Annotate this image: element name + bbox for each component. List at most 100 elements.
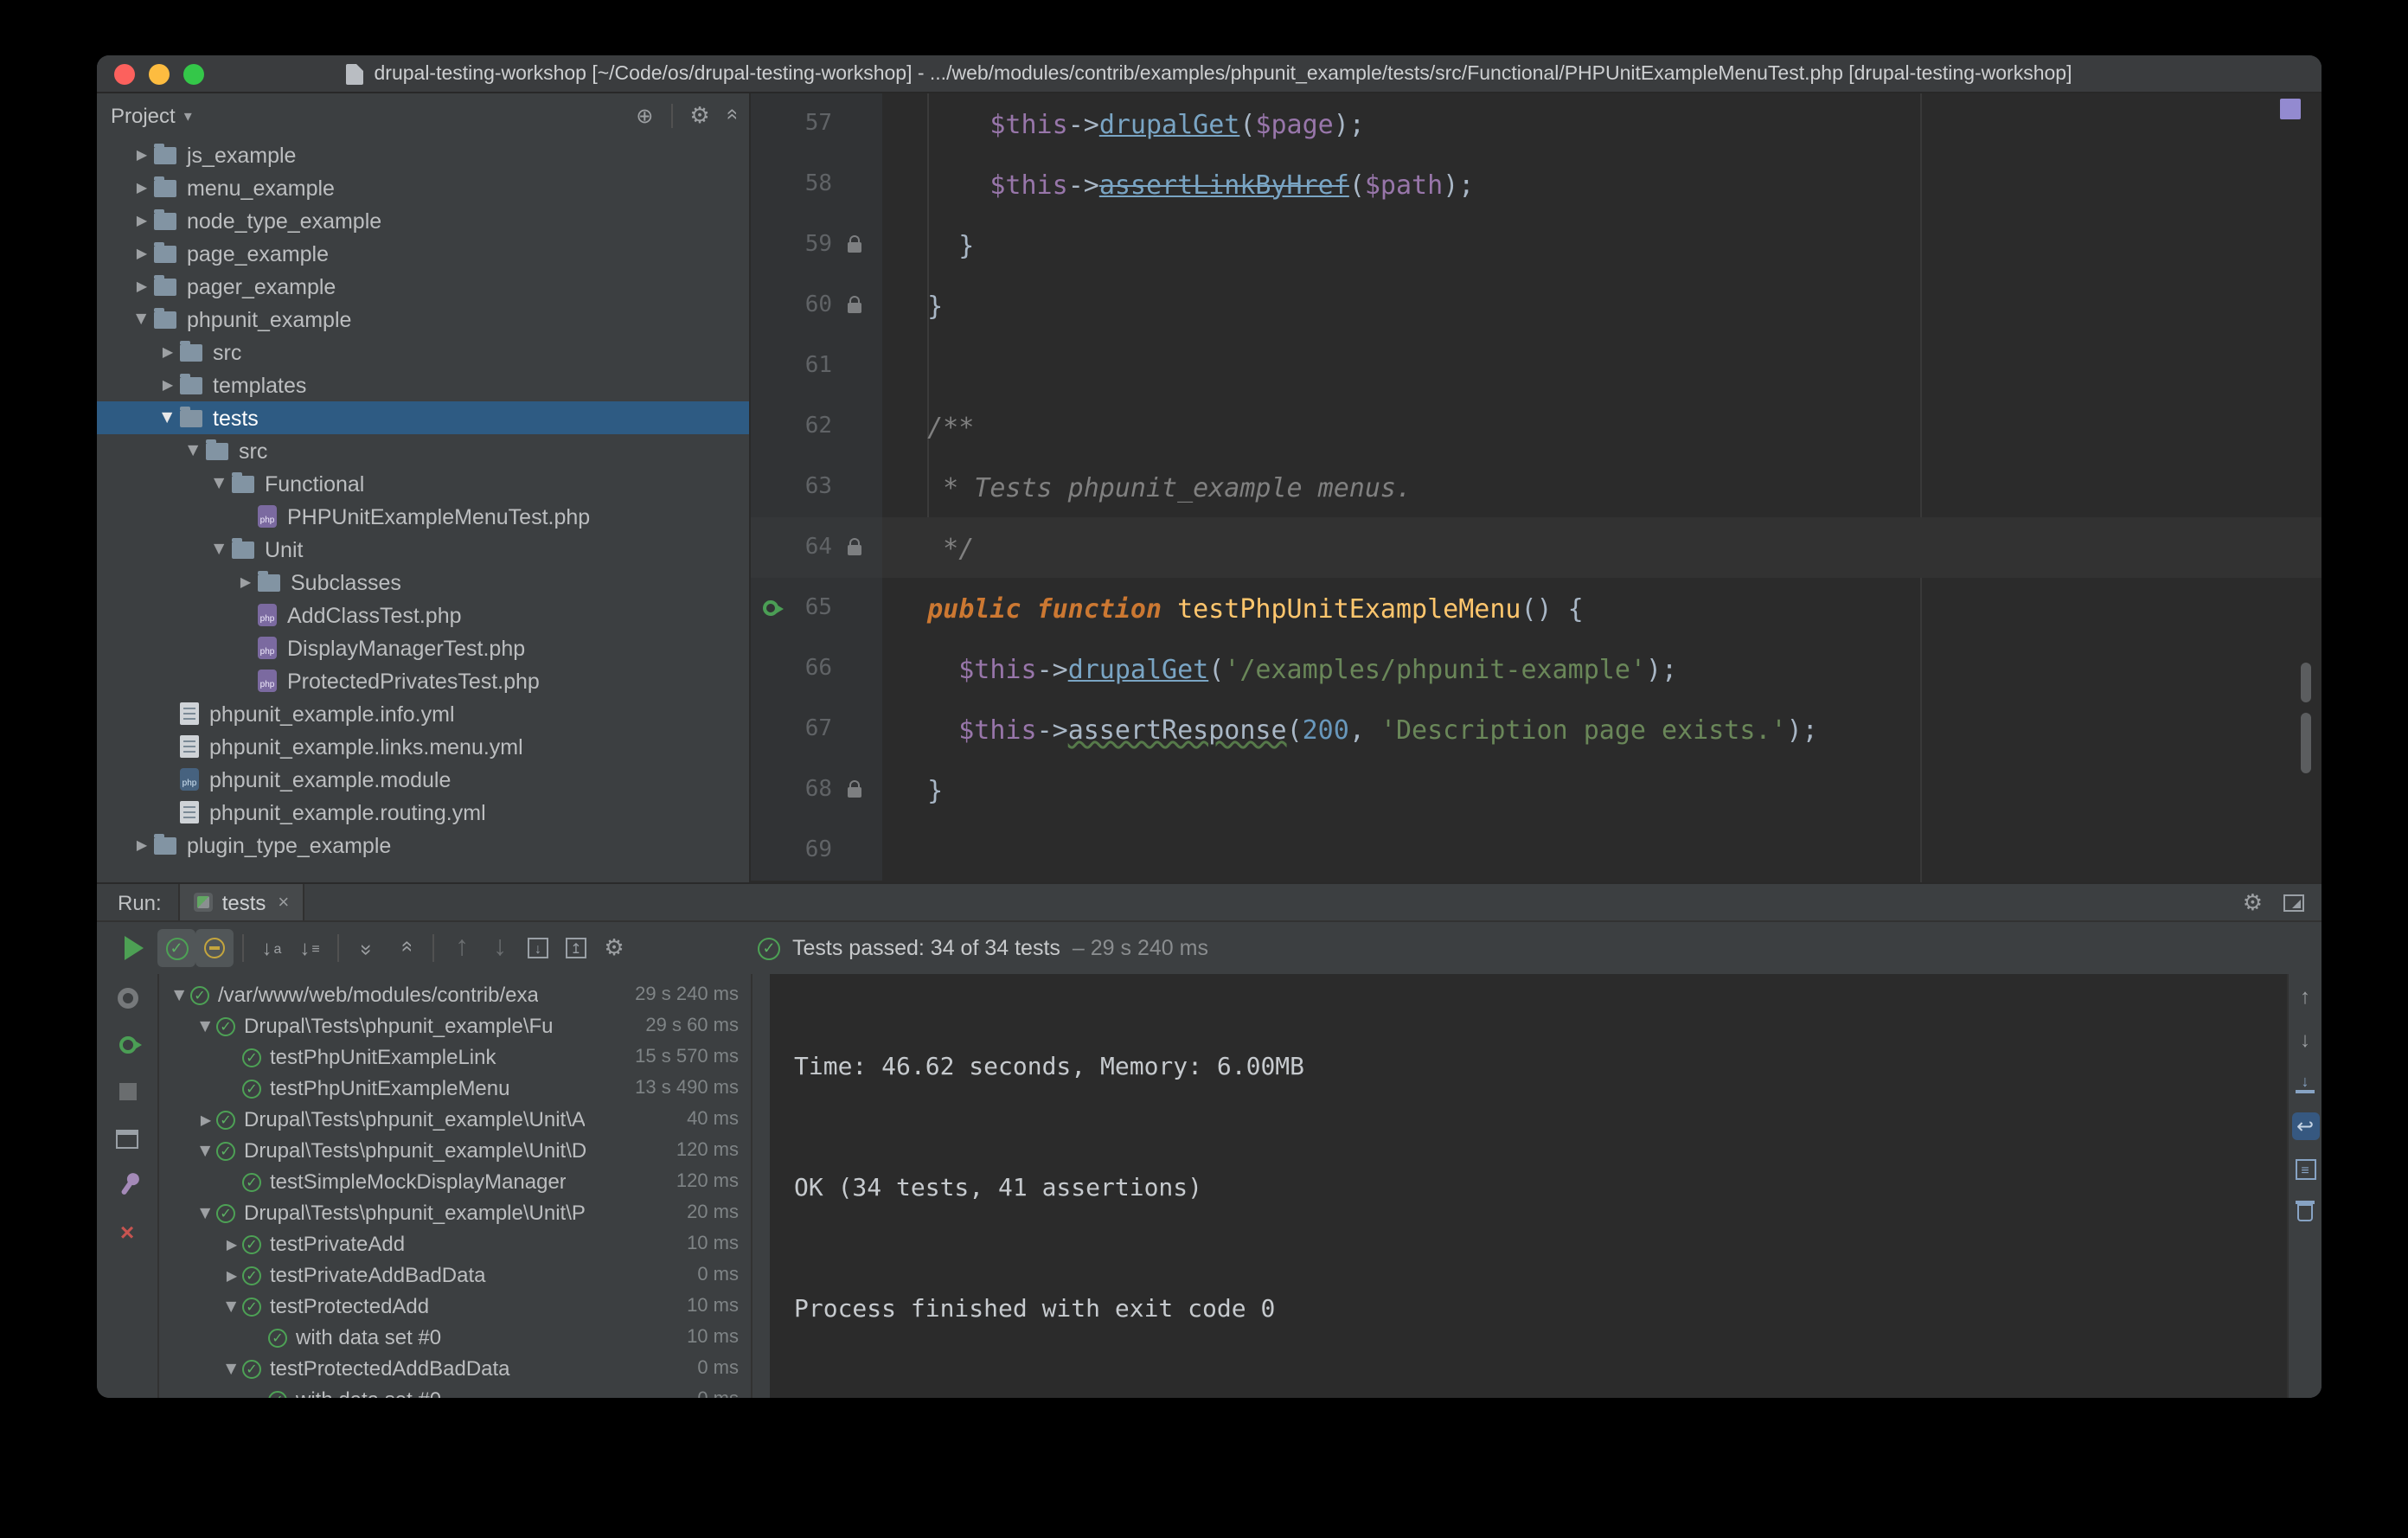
run-panel-settings-gear-icon[interactable]: ⚙ xyxy=(2243,888,2263,916)
line-number[interactable]: 60 xyxy=(784,292,832,318)
expand-arrow-icon[interactable]: ▶ xyxy=(195,1112,216,1127)
test-tree-item[interactable]: ▶ ✓ testProtectedAdd 10 ms xyxy=(159,1291,751,1322)
line-number[interactable]: 57 xyxy=(784,111,832,137)
test-tree-item[interactable]: ✓ with data set #0 10 ms xyxy=(159,1322,751,1353)
collapse-all-icon[interactable]: » xyxy=(719,112,743,119)
test-tree-item[interactable]: ▶ ✓ Drupal\Tests\phpunit_example\Unit\A 40 … xyxy=(159,1104,751,1135)
editor-gutter[interactable]: 58 xyxy=(751,154,882,215)
project-tree-item[interactable]: ▶ phpunit_example xyxy=(97,303,749,336)
collapse-all-button[interactable]: » xyxy=(386,929,424,967)
line-number[interactable]: 65 xyxy=(784,595,832,621)
project-tree-item[interactable]: phpunit_example.module xyxy=(97,763,749,796)
project-tree-item[interactable]: PHPUnitExampleMenuTest.php xyxy=(97,500,749,533)
editor-line[interactable]: 68 } xyxy=(751,759,2322,820)
tab-close-icon[interactable]: × xyxy=(278,892,289,913)
project-tree-item[interactable]: ▶ Unit xyxy=(97,533,749,566)
project-settings-gear-icon[interactable]: ⚙ xyxy=(689,102,709,130)
line-number[interactable]: 63 xyxy=(784,474,832,500)
editor-line[interactable]: 64 */ xyxy=(751,517,2322,578)
expand-arrow-icon[interactable]: ▶ xyxy=(198,1016,214,1036)
project-tree-item[interactable]: ▶ pager_example xyxy=(97,270,749,303)
project-tree-item[interactable]: ▶ Functional xyxy=(97,467,749,500)
test-tree-item[interactable]: ✓ testSimpleMockDisplayManager 120 ms xyxy=(159,1166,751,1197)
editor-line[interactable]: 60 } xyxy=(751,275,2322,336)
editor-line[interactable]: 67 $this->assertResponse(200, 'Descripti… xyxy=(751,699,2322,759)
expand-arrow-icon[interactable]: ▶ xyxy=(212,537,227,561)
hide-panel-icon[interactable] xyxy=(2283,894,2304,911)
show-passed-toggle[interactable]: ✓ xyxy=(157,929,195,967)
project-tree-item[interactable]: AddClassTest.php xyxy=(97,599,749,631)
test-tree-item[interactable]: ▶ ✓ Drupal\Tests\phpunit_example\Unit\D 120… xyxy=(159,1135,751,1166)
expand-all-button[interactable]: » xyxy=(348,929,386,967)
show-ignored-toggle[interactable] xyxy=(195,929,234,967)
expand-arrow-icon[interactable]: ▶ xyxy=(221,1236,242,1252)
editor-gutter[interactable]: 57 xyxy=(751,93,882,154)
editor-line[interactable]: 62 /** xyxy=(751,396,2322,457)
line-number[interactable]: 61 xyxy=(784,353,832,379)
project-tree-item[interactable]: ▶ templates xyxy=(97,368,749,401)
editor-gutter[interactable]: 60 xyxy=(751,275,882,336)
clear-console-icon[interactable] xyxy=(2291,1199,2319,1227)
editor-line[interactable]: 65 public function testPhpUnitExampleMen… xyxy=(751,578,2322,638)
test-tree-item[interactable]: ✓ testPhpUnitExampleMenu 13 s 490 ms xyxy=(159,1073,751,1104)
line-number[interactable]: 62 xyxy=(784,413,832,439)
editor-gutter[interactable]: 63 xyxy=(751,457,882,517)
test-tree-item[interactable]: ▶ ✓ testPrivateAdd 10 ms xyxy=(159,1228,751,1259)
project-tree-item[interactable]: ProtectedPrivatesTest.php xyxy=(97,664,749,697)
project-tree-item[interactable]: ▶ plugin_type_example xyxy=(97,829,749,862)
line-number[interactable]: 59 xyxy=(784,232,832,258)
export-test-results-button[interactable]: ↥ xyxy=(557,929,595,967)
run-tab-tests[interactable]: tests × xyxy=(178,884,305,920)
editor-line[interactable]: 59 } xyxy=(751,215,2322,275)
editor-gutter[interactable]: 64 xyxy=(751,517,882,578)
expand-arrow-icon[interactable]: ▶ xyxy=(134,307,150,331)
line-number[interactable]: 66 xyxy=(784,656,832,682)
expand-arrow-icon[interactable]: ▶ xyxy=(130,180,154,195)
test-tree-item[interactable]: ▶ ✓ testPrivateAddBadData 0 ms xyxy=(159,1259,751,1291)
test-history-icon[interactable] xyxy=(113,984,141,1012)
inspections-indicator[interactable] xyxy=(2280,99,2301,119)
run-test-icon[interactable] xyxy=(762,600,783,616)
line-number[interactable]: 67 xyxy=(784,716,832,742)
next-failed-test-button[interactable]: ↓ xyxy=(481,929,519,967)
editor-gutter[interactable]: 61 xyxy=(751,336,882,396)
editor-line[interactable]: 57 $this->drupalGet($page); xyxy=(751,93,2322,154)
expand-arrow-icon[interactable]: ▶ xyxy=(234,574,258,590)
soft-wrap-icon[interactable]: ↩ xyxy=(2291,1112,2319,1140)
expand-arrow-icon[interactable]: ▶ xyxy=(160,406,176,430)
sort-by-duration-button[interactable]: ↓ ≡ xyxy=(291,929,329,967)
project-tree-item[interactable]: ▶ src xyxy=(97,336,749,368)
expand-arrow-icon[interactable]: ▶ xyxy=(130,279,154,294)
locate-file-icon[interactable]: ⊕ xyxy=(636,104,653,128)
editor-line[interactable]: 66 $this->drupalGet('/examples/phpunit-e… xyxy=(751,638,2322,699)
editor-line[interactable]: 61 xyxy=(751,336,2322,396)
rerun-icon[interactable] xyxy=(113,1031,141,1059)
editor-gutter[interactable]: 68 xyxy=(751,759,882,820)
expand-arrow-icon[interactable]: ▶ xyxy=(130,213,154,228)
expand-arrow-icon[interactable]: ▶ xyxy=(156,377,180,393)
expand-arrow-icon[interactable]: ▶ xyxy=(130,837,154,853)
scroll-up-icon[interactable]: ↑ xyxy=(2291,983,2319,1010)
line-number[interactable]: 68 xyxy=(784,777,832,803)
project-tree-item[interactable]: ▶ page_example xyxy=(97,237,749,270)
scrollbar-thumb[interactable] xyxy=(2301,713,2311,773)
test-tree-item[interactable]: ▶ ✓ testProtectedAddBadData 0 ms xyxy=(159,1353,751,1384)
test-tree-item[interactable]: ▶ ✓ Drupal\Tests\phpunit_example\Unit\P 20 … xyxy=(159,1197,751,1228)
test-runner-gear-icon[interactable]: ⚙ xyxy=(595,929,633,967)
line-number[interactable]: 64 xyxy=(784,535,832,561)
expand-arrow-icon[interactable]: ▶ xyxy=(186,439,202,463)
editor-gutter[interactable]: 59 xyxy=(751,215,882,275)
line-number[interactable]: 69 xyxy=(784,837,832,863)
expand-arrow-icon[interactable]: ▶ xyxy=(224,1358,240,1379)
close-panel-icon[interactable]: × xyxy=(113,1218,141,1246)
expand-arrow-icon[interactable]: ▶ xyxy=(198,1202,214,1223)
test-tree-item[interactable]: ✓ testPhpUnitExampleLink 15 s 570 ms xyxy=(159,1041,751,1073)
test-tree-item[interactable]: ▶ ✓ /var/www/web/modules/contrib/exa 29 s 2… xyxy=(159,979,751,1010)
test-tree-item[interactable]: ✓ with data set #0 0 ms xyxy=(159,1384,751,1398)
expand-arrow-icon[interactable]: ▶ xyxy=(221,1267,242,1283)
editor-gutter[interactable]: 66 xyxy=(751,638,882,699)
editor-line[interactable]: 58 $this->assertLinkByHref($path); xyxy=(751,154,2322,215)
project-tree-item[interactable]: phpunit_example.routing.yml xyxy=(97,796,749,829)
title-bar[interactable]: drupal-testing-workshop [~/Code/os/drupa… xyxy=(97,55,2322,93)
print-console-icon[interactable]: ≡ xyxy=(2291,1156,2319,1183)
